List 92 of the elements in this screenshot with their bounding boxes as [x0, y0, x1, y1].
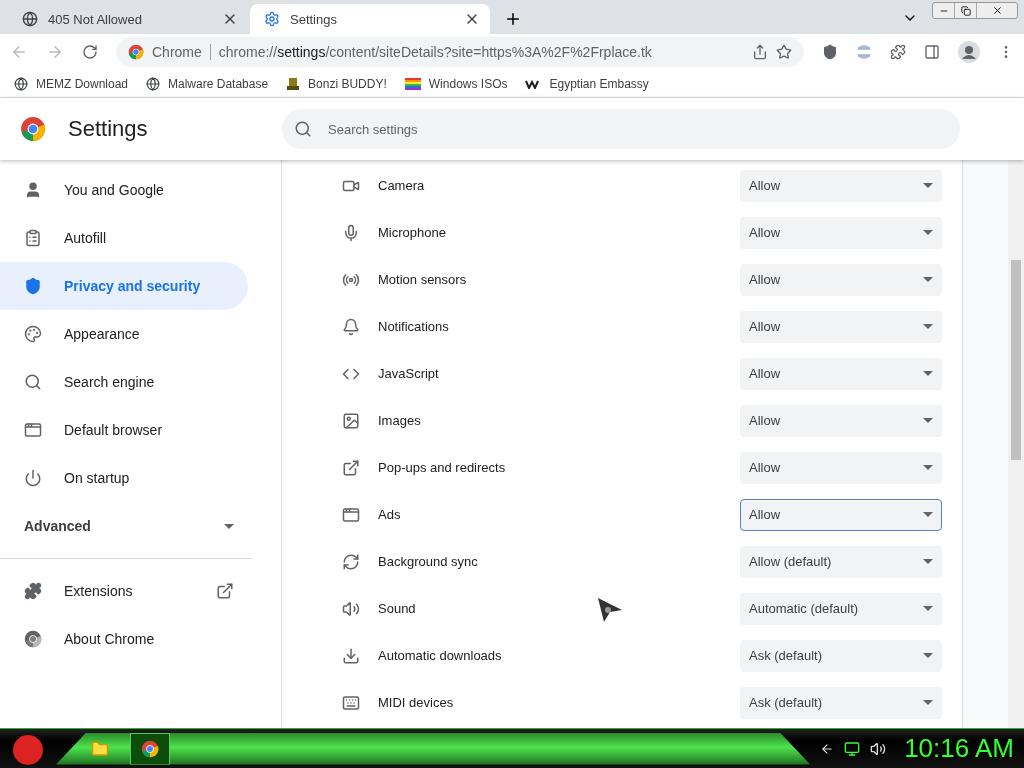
- permission-dropdown[interactable]: Allow (default): [740, 545, 942, 578]
- permission-dropdown[interactable]: Ask (default): [740, 686, 942, 719]
- permission-dropdown[interactable]: Allow: [740, 169, 942, 202]
- permission-label: Sound: [378, 601, 416, 616]
- chrome-logo: [128, 44, 144, 60]
- browser-window-icon: [24, 421, 42, 439]
- permission-label: Images: [378, 413, 421, 428]
- permission-dropdown[interactable]: Allow: [740, 451, 942, 484]
- sidebar-item[interactable]: Autofill: [0, 214, 248, 262]
- sidebar-item[interactable]: On startup: [0, 454, 248, 502]
- permission-label: Microphone: [378, 225, 446, 240]
- speaker-icon[interactable]: [870, 740, 887, 757]
- permission-label: Motion sensors: [378, 272, 467, 287]
- external-link-icon: [216, 582, 234, 600]
- sidebar-link[interactable]: Extensions: [0, 567, 248, 615]
- external-link-icon: [342, 458, 360, 477]
- globe-icon: [22, 11, 38, 27]
- browser-tab[interactable]: 405 Not Allowed: [8, 4, 248, 34]
- clipboard-icon: [24, 229, 42, 247]
- sidebar-item[interactable]: Default browser: [0, 406, 248, 454]
- sidebar-item[interactable]: Privacy and security: [0, 262, 248, 310]
- cursor-icon: [596, 596, 624, 624]
- download-icon: [342, 646, 360, 665]
- window-controls[interactable]: [932, 2, 1018, 19]
- image-icon: [342, 411, 360, 430]
- bookmark[interactable]: Malware Database: [146, 76, 269, 91]
- person-icon: [24, 181, 42, 199]
- permission-dropdown[interactable]: Allow: [740, 357, 942, 390]
- search-field[interactable]: Search settings: [282, 109, 960, 149]
- search-icon: [24, 373, 42, 391]
- advanced-section[interactable]: Advanced: [0, 502, 248, 550]
- clock: 10:16 AM: [904, 733, 1014, 764]
- permission-label: Background sync: [378, 554, 478, 569]
- page-title: Settings: [68, 116, 149, 142]
- zigzag-icon: [525, 78, 542, 89]
- chrome-logo: [20, 116, 46, 142]
- bookmark[interactable]: Egyptian Embassy: [525, 76, 649, 91]
- bookmark[interactable]: Bonzi BUDDY!: [286, 76, 387, 91]
- stripes-icon: [404, 76, 421, 91]
- taskbar-app[interactable]: [130, 732, 170, 765]
- reload-icon[interactable]: [82, 44, 98, 60]
- permission-dropdown[interactable]: Allow: [740, 310, 942, 343]
- folder-icon: [91, 739, 109, 758]
- permission-dropdown[interactable]: Allow: [740, 498, 942, 531]
- chrome-logo: [141, 739, 159, 758]
- browser-tab[interactable]: Settings: [250, 4, 490, 34]
- permission-label: Camera: [378, 178, 425, 193]
- sidebar-link[interactable]: About Chrome: [0, 615, 248, 663]
- bookmark[interactable]: Windows ISOs: [404, 76, 508, 91]
- permission-dropdown[interactable]: Automatic (default): [740, 592, 942, 625]
- shield-icon: [24, 277, 42, 295]
- figure-icon: [286, 76, 301, 91]
- avatar-icon[interactable]: [958, 41, 980, 63]
- close-icon[interactable]: [991, 5, 1003, 16]
- puzzle-icon: [24, 582, 42, 600]
- permission-label: Automatic downloads: [378, 648, 502, 663]
- permission-label: Notifications: [378, 319, 449, 334]
- permission-dropdown[interactable]: Allow: [740, 263, 942, 296]
- sidebar-item[interactable]: Search engine: [0, 358, 248, 406]
- puzzle-icon[interactable]: [890, 44, 906, 60]
- restore-icon[interactable]: [960, 5, 971, 16]
- share-icon[interactable]: [752, 44, 768, 60]
- search-icon: [294, 120, 312, 138]
- permission-label: Ads: [378, 507, 401, 522]
- globe-icon: [146, 76, 161, 91]
- power-icon: [24, 469, 42, 487]
- microphone-icon: [342, 223, 360, 242]
- gear-icon: [264, 11, 280, 27]
- monitor-icon[interactable]: [844, 740, 861, 757]
- speaker-icon: [342, 599, 360, 618]
- permission-dropdown[interactable]: Allow: [740, 216, 942, 249]
- chrome-logo: [24, 630, 42, 648]
- new-tab-icon[interactable]: [504, 10, 522, 28]
- permission-label: JavaScript: [378, 366, 439, 381]
- sidebar-item[interactable]: Appearance: [0, 310, 248, 358]
- globe-icon: [14, 76, 28, 91]
- shield-icon[interactable]: [822, 44, 838, 60]
- palette-icon: [24, 325, 42, 343]
- keyboard-icon: [342, 693, 360, 712]
- permission-dropdown[interactable]: Allow: [740, 404, 942, 437]
- permission-dropdown[interactable]: Ask (default): [740, 639, 942, 672]
- permission-label: MIDI devices: [378, 695, 454, 710]
- permission-label: Pop-ups and redirects: [378, 460, 506, 475]
- star-icon[interactable]: [776, 44, 792, 60]
- bell-icon: [342, 317, 360, 336]
- window-icon: [342, 505, 360, 524]
- side-panel-icon[interactable]: [924, 44, 940, 60]
- bookmark[interactable]: MEMZ Download: [14, 76, 129, 91]
- sidebar-item[interactable]: You and Google: [0, 166, 248, 214]
- address-bar[interactable]: Chrome chrome://settings/content/siteDetails?site=https%3A%2F%2Frplace.tk: [116, 37, 804, 67]
- sync-icon: [342, 552, 360, 571]
- scrollbar[interactable]: [1008, 160, 1024, 728]
